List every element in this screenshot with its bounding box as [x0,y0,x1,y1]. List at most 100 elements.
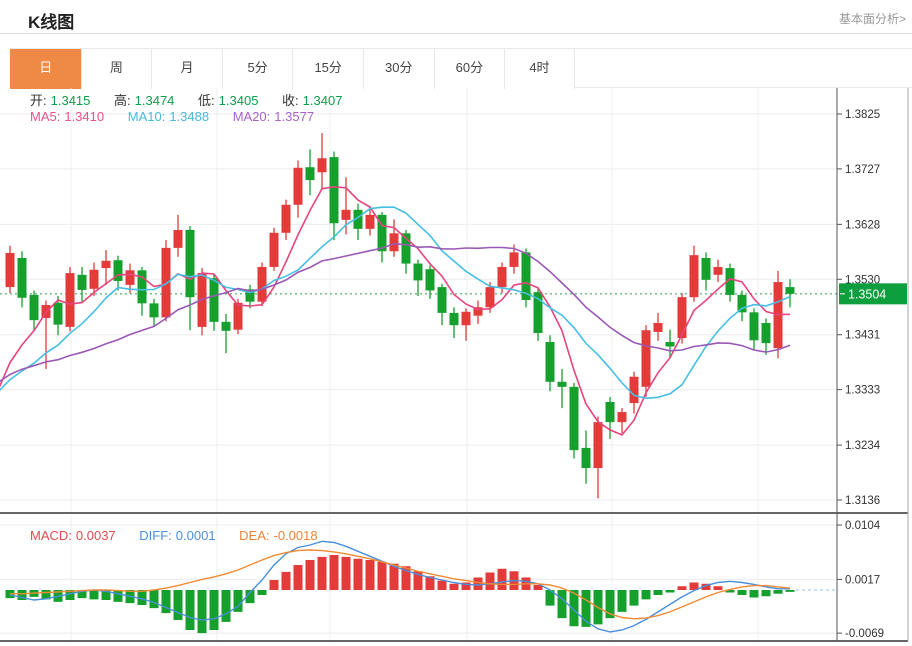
candle-body [594,422,603,468]
macd-bar [198,590,207,633]
macd-bar [450,584,459,590]
candle-body [6,253,15,287]
candle-body [126,270,135,285]
grid-layer [0,88,837,641]
ma20-label: MA20: [233,109,271,124]
candle-body [366,215,375,229]
candle-body [750,312,759,340]
candle-body [546,342,555,382]
macd-bar [774,590,783,594]
candle-body [18,258,27,298]
candle-body [150,303,159,317]
macd-bar [438,581,447,590]
ohlc-legend: 开:1.3415 高:1.3474 低:1.3405 收:1.3407 [30,90,362,109]
candle-body [186,230,195,297]
open-value: 1.3415 [51,93,91,108]
candle-body [570,387,579,450]
diff-value: 0.0001 [176,528,216,543]
macd-bar [738,590,747,595]
candle-body [234,303,243,330]
candles-layer [6,133,795,498]
axis-label: 1.3136 [845,495,880,507]
macd-bar [114,590,123,602]
macd-bar [210,590,219,630]
close-value: 1.3407 [303,93,343,108]
candle-body [486,287,495,307]
tab-4hour[interactable]: 4时 [504,49,575,89]
macd-bar [750,590,759,598]
axis-label: 1.3431 [845,330,880,342]
candle-body [426,269,435,290]
macd-bar [642,590,651,599]
tab-30min[interactable]: 30分 [363,49,434,89]
macd-value: 0.0037 [76,528,116,543]
ma-legend: MA5:1.3410 MA10:1.3488 MA20:1.3577 [30,109,334,124]
candle-body [582,448,591,468]
macd-bar [342,557,351,590]
candle-body [450,313,459,325]
candle-body [222,322,231,331]
candle-body [654,323,663,332]
candle-body [30,295,39,320]
ma5-label: MA5: [30,109,60,124]
low-label: 低: [198,93,215,108]
axis-label: 1.3234 [845,440,881,452]
macd-bar [666,590,675,593]
candle-body [606,402,615,422]
candle-body [282,205,291,233]
low-value: 1.3405 [219,93,259,108]
candle-body [258,267,267,302]
tab-60min[interactable]: 60分 [434,49,505,89]
candle-body [618,412,627,422]
macd-bar [282,572,291,590]
candle-body [678,297,687,338]
macd-bar [294,565,303,590]
macd-bar [174,590,183,620]
macd-bar [270,580,279,590]
macd-bar [222,590,231,622]
candle-body [738,295,747,312]
close-label: 收: [282,93,299,108]
ma10-value: 1.3488 [169,109,209,124]
macd-bar [678,586,687,590]
candle-body [558,382,567,387]
macd-bar [318,557,327,590]
macd-bar [498,569,507,590]
tab-week[interactable]: 周 [81,49,152,89]
candle-body [90,270,99,289]
candle-body [666,342,675,346]
axis-label: -0.0069 [845,628,884,640]
candle-body [102,261,111,268]
tab-15min[interactable]: 15分 [292,49,363,89]
fundamental-analysis-link[interactable]: 基本面分析> [839,10,906,27]
diff-line [10,541,790,632]
kline-canvas[interactable]: 1.38251.37271.36281.35301.34311.33331.32… [0,88,912,646]
tab-5min[interactable]: 5分 [222,49,293,89]
candle-body [786,287,795,294]
macd-bar [162,590,171,613]
macd-bar [354,559,363,590]
candle-body [642,330,651,387]
candle-body [162,248,171,317]
kline-chart-area[interactable]: 1.38251.37271.36281.35301.34311.33331.32… [0,88,912,646]
macd-bar [90,590,99,599]
candle-body [438,287,447,313]
candle-body [702,258,711,280]
tab-day[interactable]: 日 [10,49,81,89]
candle-body [318,158,327,172]
candle-body [762,323,771,343]
macd-bar [714,586,723,590]
tab-month[interactable]: 月 [151,49,222,89]
macd-bar [786,590,795,592]
diff-label: DIFF: [139,528,172,543]
candle-body [270,233,279,267]
dea-label: DEA: [239,528,269,543]
period-tab-bar: 日 周 月 5分 15分 30分 60分 4时 [10,48,912,88]
candle-body [498,267,507,287]
macd-bar [474,578,483,591]
macd-bar [258,590,267,595]
macd-bar [654,590,663,595]
dea-line [10,550,790,619]
macd-bar [186,590,195,630]
candle-body [78,275,87,290]
